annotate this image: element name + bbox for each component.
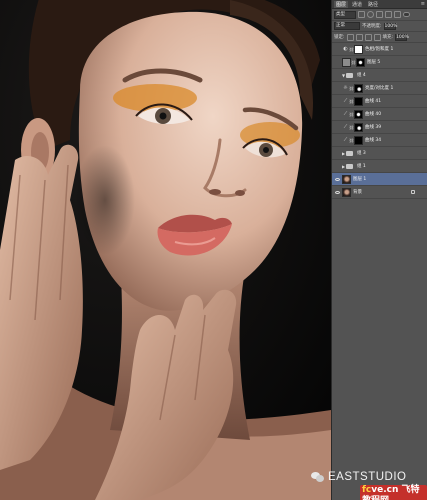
visibility-eye-icon[interactable] [333, 162, 342, 171]
visibility-eye-icon[interactable] [333, 188, 342, 197]
layer-thumbnail[interactable] [342, 57, 351, 67]
lock-label: 锁定: [334, 35, 345, 40]
visibility-eye-icon[interactable] [333, 84, 342, 93]
visibility-eye-icon[interactable] [333, 110, 342, 119]
layer-row[interactable]: ☼ ⛓ 亮度/对比度 1 [332, 82, 427, 95]
lock-icon [411, 190, 415, 194]
tab-paths[interactable]: 路径 [366, 1, 380, 8]
opacity-label: 不透明度: [362, 24, 382, 29]
group-row[interactable]: ▶ 组 1 [332, 160, 427, 173]
blend-mode-select[interactable]: 正常 [334, 22, 360, 30]
layer-row[interactable]: ⟋ ⛓ 曲线 39 [332, 121, 427, 134]
visibility-eye-icon[interactable] [333, 97, 342, 106]
background-layer-row[interactable]: 背景 [332, 186, 427, 199]
site-watermark: fcve.cn 飞特教程网 [360, 485, 427, 500]
layer-name: 亮度/对比度 1 [365, 86, 394, 91]
studio-watermark: EASTSTUDIO [311, 470, 427, 484]
layer-mask-thumbnail[interactable] [354, 122, 363, 132]
layer-row[interactable]: ⛓ 图层 5 [332, 56, 427, 69]
folder-icon [346, 163, 353, 169]
panel-menu-icon[interactable]: ≡ [421, 1, 425, 7]
layer-name: 背景 [353, 190, 362, 195]
layer-name: 曲线 40 [365, 112, 382, 117]
layer-name: 曲线 34 [365, 138, 382, 143]
panel-tabs: 图层 通道 路径 ≡ [332, 0, 427, 9]
folder-icon [346, 72, 353, 78]
shape-filter-icon[interactable] [385, 11, 392, 18]
layer-row-selected[interactable]: 图层 1 [332, 173, 427, 186]
layer-thumbnail[interactable] [342, 187, 351, 197]
layer-row[interactable]: ⟋ ⛓ 曲线 41 [332, 95, 427, 108]
curves-icon: ⟋ [343, 137, 348, 143]
layer-mask-thumbnail[interactable] [354, 135, 363, 145]
curves-icon: ⟋ [343, 124, 348, 130]
link-icon: ⛓ [349, 111, 355, 117]
link-icon: ⛓ [349, 85, 355, 91]
kind-filter-select[interactable]: 类型 [334, 10, 356, 19]
visibility-eye-icon[interactable] [333, 58, 342, 67]
layer-name: 图层 5 [367, 60, 381, 65]
link-icon: ⛓ [349, 98, 355, 104]
adjustment-layer-icon: ◐ [343, 46, 348, 52]
layer-thumbnail[interactable] [342, 174, 351, 184]
tab-layers[interactable]: 图层 [334, 0, 349, 8]
layer-row[interactable]: ◐ ⛓ 色相/饱和度 1 [332, 43, 427, 56]
smart-object-filter-icon[interactable] [394, 11, 401, 18]
visibility-eye-icon[interactable] [333, 123, 342, 132]
link-icon: ⛓ [349, 124, 355, 130]
layer-name: 色相/饱和度 1 [365, 47, 394, 52]
visibility-eye-icon[interactable] [333, 175, 342, 184]
lock-row: 锁定: 填充: 100% [332, 32, 427, 43]
group-row[interactable]: ▶ 组 3 [332, 147, 427, 160]
visibility-eye-icon[interactable] [333, 136, 342, 145]
layer-name: 组 1 [357, 164, 366, 169]
group-row[interactable]: ▼ 组 4 [332, 69, 427, 82]
fill-field[interactable]: 100% [395, 33, 409, 41]
layer-list: ◐ ⛓ 色相/饱和度 1 ⛓ 图层 5 ▼ 组 4 ☼ ⛓ 亮度/对比度 1 ⟋… [332, 43, 427, 199]
portrait-photo [0, 0, 331, 500]
photo-canvas[interactable] [0, 0, 331, 500]
layer-mask-thumbnail[interactable] [354, 109, 363, 119]
lock-position-icon[interactable] [364, 33, 372, 41]
link-icon: ⛓ [351, 59, 357, 65]
layer-name: 曲线 39 [365, 125, 382, 130]
link-icon: ⛓ [349, 46, 355, 52]
layers-panel: 图层 通道 路径 ≡ 类型 正常 不透明度: 100% 锁定: 填充: 100%… [331, 0, 427, 500]
layer-row[interactable]: ⟋ ⛓ 曲线 40 [332, 108, 427, 121]
adjustment-filter-icon[interactable] [367, 11, 374, 18]
curves-icon: ⟋ [343, 111, 348, 117]
fill-label: 填充: [382, 35, 394, 40]
layer-row[interactable]: ⟋ ⛓ 曲线 34 [332, 134, 427, 147]
tab-channels[interactable]: 通道 [350, 1, 364, 8]
folder-icon [346, 150, 353, 156]
layer-name: 曲线 41 [365, 99, 382, 104]
filter-toggle[interactable] [403, 12, 410, 17]
layer-name: 组 4 [357, 73, 366, 78]
layer-name: 图层 1 [353, 177, 367, 182]
visibility-eye-icon[interactable] [333, 149, 342, 158]
visibility-eye-icon[interactable] [333, 71, 342, 80]
filter-toolbar: 类型 [332, 9, 427, 21]
lock-image-icon[interactable] [355, 33, 363, 41]
layer-name: 组 3 [357, 151, 366, 156]
curves-icon: ⟋ [343, 98, 348, 104]
layer-mask-thumbnail[interactable] [354, 83, 363, 93]
studio-brand-text: EASTSTUDIO [328, 471, 407, 483]
type-filter-icon[interactable] [376, 11, 383, 18]
layer-mask-thumbnail[interactable] [356, 57, 365, 67]
blend-row: 正常 不透明度: 100% [332, 21, 427, 32]
layer-mask-thumbnail[interactable] [354, 44, 363, 54]
opacity-field[interactable]: 100% [383, 22, 397, 30]
wechat-icon [311, 471, 325, 483]
link-icon: ⛓ [349, 137, 355, 143]
lock-all-icon[interactable] [373, 33, 381, 41]
brightness-contrast-icon: ☼ [343, 85, 348, 91]
layer-mask-thumbnail[interactable] [354, 96, 363, 106]
lock-transparent-icon[interactable] [346, 33, 354, 41]
pixel-filter-icon[interactable] [358, 11, 365, 18]
visibility-eye-icon[interactable] [333, 45, 342, 54]
